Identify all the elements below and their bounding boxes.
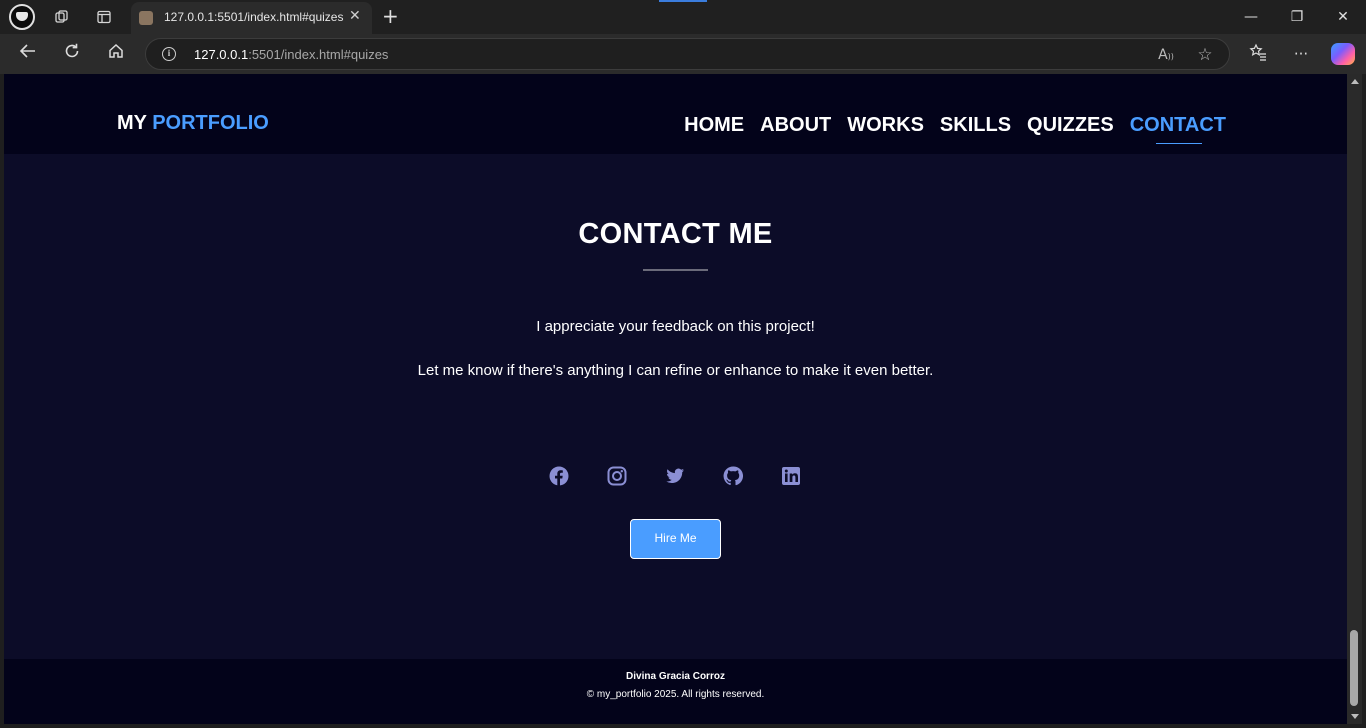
social-links xyxy=(549,466,801,486)
browser-tab-active[interactable]: 127.0.0.1:5501/index.html#quizes ✕ xyxy=(131,2,372,34)
logo-prefix: MY xyxy=(117,112,147,134)
tab-strip-accent xyxy=(659,0,707,2)
address-url[interactable]: 127.0.0.1:5501/index.html#quizes xyxy=(194,47,388,62)
info-icon[interactable]: i xyxy=(162,47,176,61)
linkedin-icon[interactable] xyxy=(781,466,801,486)
site-header: MY PORTFOLIO HOME ABOUT WORKS SKILLS QUI… xyxy=(4,74,1347,154)
refresh-icon[interactable] xyxy=(59,42,85,66)
tab-favicon xyxy=(139,11,153,25)
plus-icon[interactable]: + xyxy=(382,5,399,27)
address-bar[interactable]: i 127.0.0.1:5501/index.html#quizes A)) ☆ xyxy=(145,38,1230,70)
restore-icon[interactable]: ❐ xyxy=(1282,6,1312,28)
browser-toolbar: i 127.0.0.1:5501/index.html#quizes A)) ☆… xyxy=(0,34,1366,74)
site-footer: Divina Gracia Corroz © my_portfolio 2025… xyxy=(4,659,1347,724)
read-aloud-icon[interactable]: A)) xyxy=(1155,44,1177,66)
close-window-icon[interactable]: ✕ xyxy=(1328,6,1358,28)
browser-tab-strip: 127.0.0.1:5501/index.html#quizes ✕ + — ❐… xyxy=(0,0,1366,34)
facebook-icon[interactable] xyxy=(549,466,569,486)
title-divider xyxy=(643,269,708,271)
main-nav: HOME ABOUT WORKS SKILLS QUIZZES CONTACT xyxy=(684,114,1226,144)
window-bottom-edge xyxy=(0,724,1366,728)
tab-title: 127.0.0.1:5501/index.html#quizes xyxy=(164,10,344,24)
page-scrollbar[interactable] xyxy=(1347,74,1362,724)
nav-link-contact[interactable]: CONTACT xyxy=(1130,114,1226,144)
twitter-icon[interactable] xyxy=(665,466,685,486)
home-icon[interactable] xyxy=(103,42,129,66)
scroll-down-arrow-icon[interactable] xyxy=(1351,714,1359,719)
github-icon[interactable] xyxy=(723,466,743,486)
more-icon[interactable]: ··· xyxy=(1289,43,1313,65)
minimize-icon[interactable]: — xyxy=(1236,6,1266,28)
contact-text-line-2: Let me know if there's anything I can re… xyxy=(417,362,934,379)
contact-text-line-1: I appreciate your feedback on this proje… xyxy=(536,318,815,335)
page-viewport: MY PORTFOLIO HOME ABOUT WORKS SKILLS QUI… xyxy=(4,74,1347,724)
profile-avatar[interactable] xyxy=(9,4,35,30)
nav-link-quizzes[interactable]: QUIZZES xyxy=(1027,114,1114,137)
favorites-icon[interactable] xyxy=(1246,43,1270,65)
workspaces-icon[interactable] xyxy=(49,5,75,29)
logo-accent: PORTFOLIO xyxy=(152,112,269,134)
nav-link-about[interactable]: ABOUT xyxy=(760,114,831,137)
instagram-icon[interactable] xyxy=(607,466,627,486)
footer-copyright: © my_portfolio 2025. All rights reserved… xyxy=(586,689,765,700)
star-icon[interactable]: ☆ xyxy=(1194,44,1216,66)
footer-name: Divina Gracia Corroz xyxy=(626,671,725,682)
copilot-icon[interactable] xyxy=(1331,43,1355,65)
url-path: :5501/index.html#quizes xyxy=(248,47,389,62)
back-arrow-icon[interactable] xyxy=(15,42,41,66)
hire-me-button[interactable]: Hire Me xyxy=(630,519,721,559)
tab-actions-icon[interactable] xyxy=(91,5,117,29)
nav-link-skills[interactable]: SKILLS xyxy=(940,114,1011,137)
nav-link-works[interactable]: WORKS xyxy=(847,114,924,137)
site-logo[interactable]: MY PORTFOLIO xyxy=(117,112,269,135)
url-host: 127.0.0.1 xyxy=(194,47,249,62)
close-tab-icon[interactable]: ✕ xyxy=(349,8,361,24)
scrollbar-thumb[interactable] xyxy=(1350,630,1358,706)
nav-link-home[interactable]: HOME xyxy=(684,114,744,137)
contact-title: CONTACT ME xyxy=(578,218,773,250)
window-edge xyxy=(1362,74,1366,728)
scroll-up-arrow-icon[interactable] xyxy=(1351,79,1359,84)
